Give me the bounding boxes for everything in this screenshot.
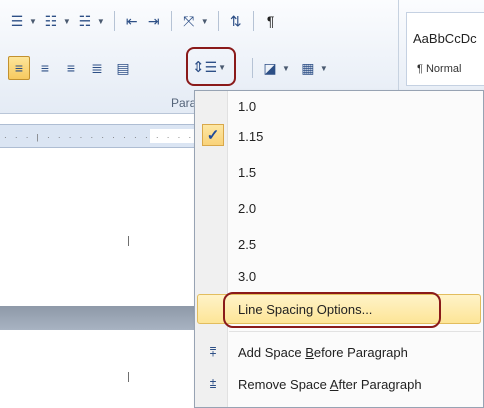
style-normal-card[interactable]: AaBbCcDc ¶ Normal [406,12,484,86]
menu-item-add-space-before[interactable]: ⩱ Add Space Before Paragraph [196,338,482,367]
menu-item-label: Remove Space After Paragraph [238,377,422,392]
menu-item-1-5[interactable]: 1.5 [196,158,482,187]
justify-icon[interactable]: ≣ [86,56,108,80]
style-name: ¶ Normal [417,63,462,75]
multilevel-list-dropdown-icon[interactable]: ▼ [97,17,105,26]
menu-item-2-0[interactable]: 2.0 [196,194,482,223]
menu-item-remove-space-after[interactable]: ⩲ Remove Space After Paragraph [196,370,482,399]
text-direction-dropdown-icon[interactable]: ▼ [201,17,209,26]
menu-item-label: 1.5 [238,165,257,180]
options-annotation-ring [223,292,441,328]
shading-icon[interactable]: ◪ [259,56,281,80]
shading-dropdown-icon[interactable]: ▼ [282,64,290,73]
toolbar-divider [252,58,253,78]
distributed-icon[interactable]: ▤ [112,56,134,80]
menu-item-label: 1.0 [238,99,257,114]
menu-item-1-15[interactable]: ✓ 1.15 [196,122,482,151]
menu-item-1-0[interactable]: 1.0 [196,92,482,121]
menu-item-label: 1.15 [238,129,264,144]
paragraph-toolbar-row-1: ☰ ▼ ☷ ▼ ☵ ▼ ⇤ ⇥ ⤧ ▼ ⇅ ¶ [6,8,282,34]
text-direction-icon[interactable]: ⤧ [178,9,200,33]
show-formatting-marks-icon[interactable]: ¶ [260,9,282,33]
document-mark [128,236,129,246]
add-space-before-icon: ⩱ [209,345,217,359]
align-right-icon[interactable]: ≡ [60,56,82,80]
toolbar-divider [217,11,219,31]
bullets-icon[interactable]: ☰ [6,9,28,33]
align-left-icon[interactable]: ≡ [8,56,30,80]
align-center-icon[interactable]: ≡ [34,56,56,80]
menu-item-label: 3.0 [238,269,257,284]
line-spacing-menu: 1.0 ✓ 1.15 1.5 2.0 2.5 3.0 Line Spacing … [194,90,484,408]
toolbar-divider [113,11,115,31]
line-spacing-annotation-ring [186,47,236,86]
numbering-dropdown-icon[interactable]: ▼ [63,17,71,26]
toolbar-divider [170,11,172,31]
paragraph-toolbar-row-2: ≡ ≡ ≡ ≣ ▤ [8,55,134,81]
increase-indent-icon[interactable]: ⇥ [143,9,165,33]
decrease-indent-icon[interactable]: ⇤ [121,9,143,33]
menu-item-label: 2.0 [238,201,257,216]
check-icon: ✓ [202,124,224,146]
bullets-dropdown-icon[interactable]: ▼ [29,17,37,26]
menu-item-3-0[interactable]: 3.0 [196,262,482,291]
menu-item-label: Add Space Before Paragraph [238,345,408,360]
toolbar-divider [252,11,254,31]
menu-item-2-5[interactable]: 2.5 [196,230,482,259]
paragraph-toolbar-row-2b: ◪ ▼ ▦ ▼ [246,55,331,81]
document-mark [128,372,129,382]
style-sample-text: AaBbCcDc [413,31,477,46]
menu-separator [229,331,481,332]
borders-icon[interactable]: ▦ [297,56,319,80]
multilevel-list-icon[interactable]: ☵ [74,9,96,33]
numbering-icon[interactable]: ☷ [40,9,62,33]
borders-dropdown-icon[interactable]: ▼ [320,64,328,73]
remove-space-after-icon: ⩲ [209,377,217,391]
sort-icon[interactable]: ⇅ [225,9,247,33]
menu-item-label: 2.5 [238,237,257,252]
